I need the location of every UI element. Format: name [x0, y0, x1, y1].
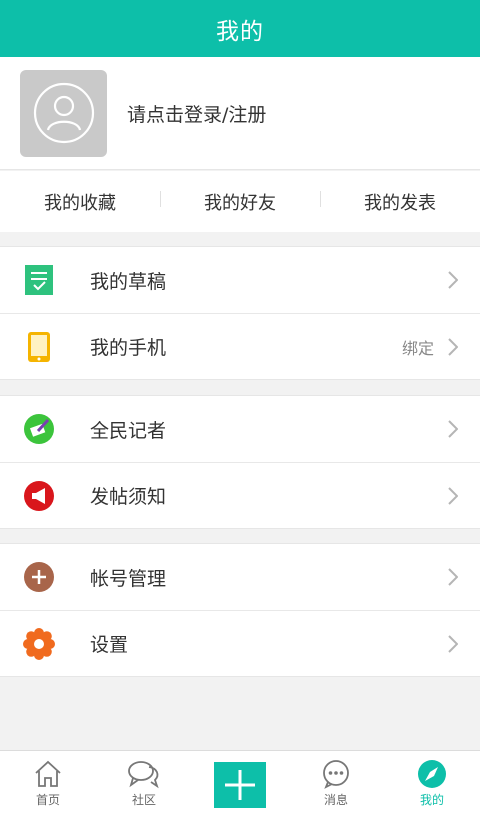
tab-create-post[interactable] [192, 751, 288, 816]
tab-label: 我的 [419, 793, 444, 807]
menu-item-label: 我的手机 [90, 337, 167, 359]
menu-group-1: 我的草稿 我的手机 绑定 [0, 246, 480, 380]
menu-item-drafts[interactable]: 我的草稿 [0, 247, 480, 313]
avatar[interactable] [20, 69, 107, 157]
account-plus-icon [22, 560, 56, 594]
menu-group-3: 帐号管理 设置 [0, 543, 480, 677]
menu-item-label: 帐号管理 [90, 567, 167, 590]
megaphone-icon [22, 479, 56, 513]
menu-item-account-management[interactable]: 帐号管理 [0, 544, 480, 610]
chevron-right-icon [448, 486, 458, 505]
phone-icon [22, 330, 56, 364]
my-favorites-link[interactable]: 我的收藏 [0, 189, 160, 215]
user-icon [33, 82, 94, 144]
reporter-icon [22, 412, 56, 446]
home-icon [35, 760, 61, 787]
quicklinks-bar: 我的收藏 我的好友 我的发表 [0, 171, 480, 232]
chevron-right-icon [448, 337, 458, 356]
menu-item-label: 发帖须知 [90, 486, 167, 508]
login-register-link[interactable]: 请点击登录/注册 [127, 100, 266, 127]
gear-icon [22, 627, 56, 661]
create-post-button[interactable] [214, 762, 266, 808]
draft-icon [22, 263, 56, 297]
chevron-right-icon [448, 420, 458, 438]
menu-group-2: 全民记者 发帖须知 [0, 395, 480, 529]
page-title: 我的 [216, 18, 264, 45]
bottom-tab-bar: 首页 社区 消息 我的 [0, 750, 480, 816]
tab-label: 社区 [131, 793, 156, 807]
tab-label: 首页 [35, 793, 60, 807]
tab-messages[interactable]: 消息 [288, 751, 384, 816]
menu-item-label: 我的草稿 [90, 270, 167, 293]
menu-item-label: 全民记者 [90, 419, 167, 442]
menu-item-settings[interactable]: 设置 [0, 610, 480, 676]
chevron-right-icon [448, 634, 458, 653]
profile-section[interactable]: 请点击登录/注册 [0, 57, 480, 170]
tab-home[interactable]: 首页 [0, 751, 96, 816]
message-icon [323, 760, 349, 789]
my-friends-link[interactable]: 我的好友 [160, 189, 320, 215]
compass-icon [418, 760, 446, 788]
my-posts-link[interactable]: 我的发表 [320, 189, 480, 215]
menu-item-phone[interactable]: 我的手机 绑定 [0, 313, 480, 379]
tab-community[interactable]: 社区 [96, 751, 192, 816]
tab-label: 消息 [323, 793, 348, 807]
menu-item-posting-rules[interactable]: 发帖须知 [0, 462, 480, 528]
chevron-right-icon [448, 568, 458, 586]
top-bar: 我的 [0, 0, 480, 57]
plus-icon [225, 770, 255, 800]
tab-mine[interactable]: 我的 [384, 751, 480, 816]
chevron-right-icon [448, 271, 458, 289]
menu-item-label: 设置 [90, 634, 129, 656]
menu-item-citizen-reporter[interactable]: 全民记者 [0, 396, 480, 462]
bind-status: 绑定 [401, 338, 434, 358]
community-icon [128, 761, 159, 789]
